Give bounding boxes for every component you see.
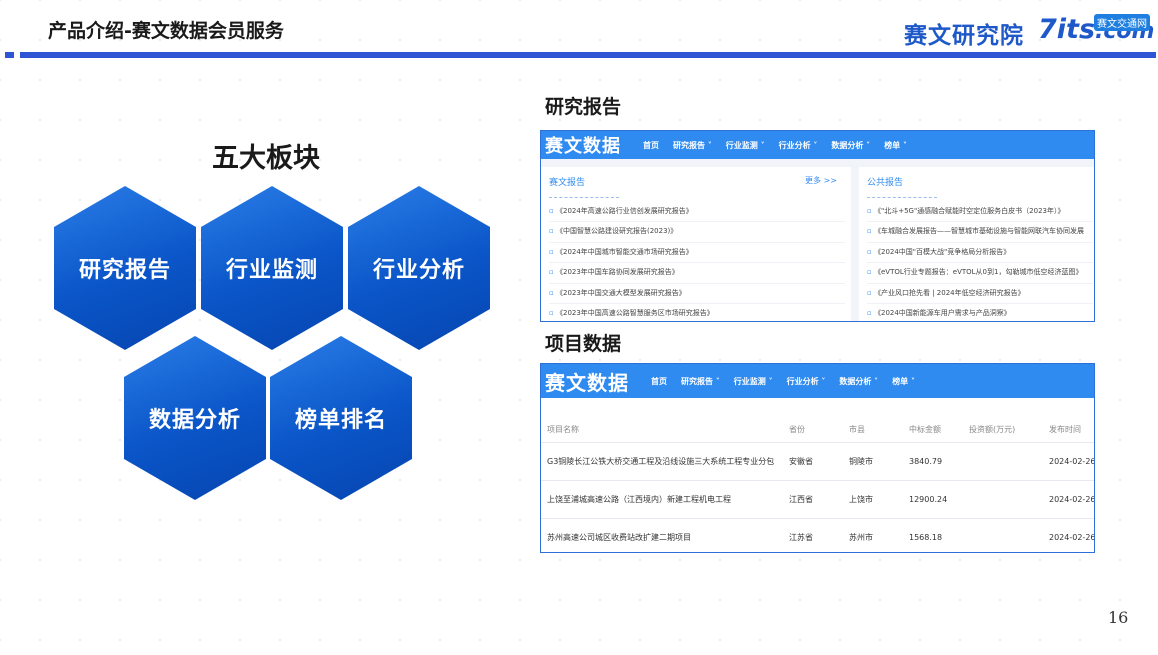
- reports-screenshot: 赛文数据 首页 研究报告 ˅ 行业监测 ˅ 行业分析 ˅ 数据分析 ˅ 榜单 ˅…: [540, 130, 1095, 322]
- nav-item-monitoring[interactable]: 行业监测 ˅: [726, 140, 765, 151]
- cell-name: 苏州高速公司城区收费站改扩建二期项目: [547, 533, 691, 542]
- nav-item-analysis[interactable]: 行业分析 ˅: [787, 376, 826, 387]
- report-item[interactable]: 《车城融合发展报告——智慧城市基础设施与智能网联汽车协同发展: [867, 222, 1093, 243]
- cell-date: 2024-02-26: [1049, 533, 1095, 542]
- cell-province: 江西省: [789, 495, 813, 504]
- logo-7its-text: 7its: [1038, 14, 1096, 45]
- col-head-public: 公共报告: [867, 178, 904, 188]
- cell-city: 铜陵市: [849, 457, 873, 466]
- reports-col-saiwen: 赛文报告 更多 >> 《2024年高速公路行业信创发展研究报告》 《中国智慧公路…: [549, 175, 845, 321]
- table-row[interactable]: G3铜陵长江公铁大桥交通工程及沿线设施三大系统工程专业分包 安徽省 铜陵市 38…: [541, 442, 1094, 481]
- nav-item-ranking[interactable]: 榜单 ˅: [892, 376, 915, 387]
- col-head-saiwen: 赛文报告: [549, 178, 586, 188]
- section-title: 五大板块: [212, 143, 320, 174]
- nav-item-monitoring[interactable]: 行业监测 ˅: [734, 376, 773, 387]
- more-link[interactable]: 更多 >>: [805, 175, 837, 186]
- page-number: 16: [1108, 608, 1129, 627]
- reports-col-public: 公共报告 《"北斗+5G"通感融合赋能时空定位服务白皮书（2023年）》 《车城…: [867, 175, 1093, 321]
- cell-date: 2024-02-26: [1049, 457, 1095, 466]
- cell-province: 安徽省: [789, 457, 813, 466]
- col-header-investment: 投资额(万元): [969, 425, 1016, 434]
- cell-city: 苏州市: [849, 533, 873, 542]
- projects-nav-bar: 赛文数据 首页 研究报告 ˅ 行业监测 ˅ 行业分析 ˅ 数据分析 ˅ 榜单 ˅: [541, 364, 1094, 398]
- cell-date: 2024-02-26: [1049, 495, 1095, 504]
- cell-city: 上饶市: [849, 495, 873, 504]
- logo-badge: 赛文交通网: [1094, 14, 1150, 31]
- cell-amount: 12900.24: [909, 495, 948, 504]
- projects-nav-logo: 赛文数据: [545, 370, 629, 395]
- cell-province: 江苏省: [789, 533, 813, 542]
- report-item[interactable]: 《"北斗+5G"通感融合赋能时空定位服务白皮书（2023年）》: [867, 202, 1093, 223]
- report-item[interactable]: 《产业风口抢先看 | 2024年低空经济研究报告》: [867, 284, 1093, 304]
- col-header-amount: 中标金额: [909, 425, 941, 434]
- reports-col-gap: [851, 167, 859, 321]
- col-underline: [549, 196, 619, 198]
- report-item[interactable]: 《中国智慧公路建设研究报告(2023)》: [549, 222, 845, 243]
- col-header-province: 省份: [789, 425, 805, 434]
- nav-item-reports[interactable]: 研究报告 ˅: [681, 376, 720, 387]
- nav-item-home[interactable]: 首页: [643, 140, 659, 151]
- nav-item-home[interactable]: 首页: [651, 376, 667, 387]
- report-item[interactable]: 《2023年中国车路协同发展研究报告》: [549, 263, 845, 284]
- col-header-city: 市县: [849, 425, 865, 434]
- nav-item-data[interactable]: 数据分析 ˅: [839, 376, 878, 387]
- table-header: 项目名称 省份 市县 中标金额 投资额(万元) 发布时间: [541, 420, 1094, 440]
- header-accent-square: [5, 52, 14, 58]
- table-row[interactable]: 苏州高速公司城区收费站改扩建二期项目 江苏省 苏州市 1568.18 2024-…: [541, 518, 1095, 552]
- report-item[interactable]: 《eVTOL行业专题报告：eVTOL从0到1，勾勒城市低空经济蓝图》: [867, 263, 1093, 284]
- col-underline: [867, 196, 937, 198]
- report-item[interactable]: 《2024中国"百模大战"竞争格局分析报告》: [867, 243, 1093, 264]
- page-title: 产品介绍-赛文数据会员服务: [48, 20, 284, 42]
- brand-logo-text: 赛文研究院: [904, 23, 1024, 49]
- nav-item-analysis[interactable]: 行业分析 ˅: [779, 140, 818, 151]
- col-header-date: 发布时间: [1049, 425, 1081, 434]
- projects-screenshot: 赛文数据 首页 研究报告 ˅ 行业监测 ˅ 行业分析 ˅ 数据分析 ˅ 榜单 ˅…: [540, 363, 1095, 553]
- reports-panel-title: 研究报告: [545, 96, 622, 118]
- report-item[interactable]: 《2024中国新能源车用户需求与产品洞察》: [867, 304, 1093, 321]
- cell-name: G3铜陵长江公铁大桥交通工程及沿线设施三大系统工程专业分包: [547, 457, 775, 466]
- nav-item-ranking[interactable]: 榜单 ˅: [884, 140, 907, 151]
- report-item[interactable]: 《2024年高速公路行业信创发展研究报告》: [549, 202, 845, 223]
- reports-gap: [541, 159, 1094, 167]
- reports-nav-logo: 赛文数据: [545, 136, 621, 157]
- cell-amount: 1568.18: [909, 533, 943, 542]
- header-divider: [20, 52, 1156, 58]
- report-item[interactable]: 《2024年中国城市智能交通市场研究报告》: [549, 243, 845, 264]
- nav-item-data[interactable]: 数据分析 ˅: [831, 140, 870, 151]
- col-header-name: 项目名称: [547, 425, 579, 434]
- nav-item-reports[interactable]: 研究报告 ˅: [673, 140, 712, 151]
- projects-panel-title: 项目数据: [545, 333, 622, 355]
- cell-name: 上饶至浦城高速公路（江西境内）新建工程机电工程: [547, 495, 731, 504]
- report-item[interactable]: 《2023年中国高速公路智慧服务区市场研究报告》: [549, 304, 845, 321]
- report-item[interactable]: 《2023年中国交通大模型发展研究报告》: [549, 284, 845, 304]
- cell-amount: 3840.79: [909, 457, 943, 466]
- table-row[interactable]: 上饶至浦城高速公路（江西境内）新建工程机电工程 江西省 上饶市 12900.24…: [541, 480, 1094, 519]
- reports-nav-bar: 赛文数据 首页 研究报告 ˅ 行业监测 ˅ 行业分析 ˅ 数据分析 ˅ 榜单 ˅: [541, 131, 1094, 159]
